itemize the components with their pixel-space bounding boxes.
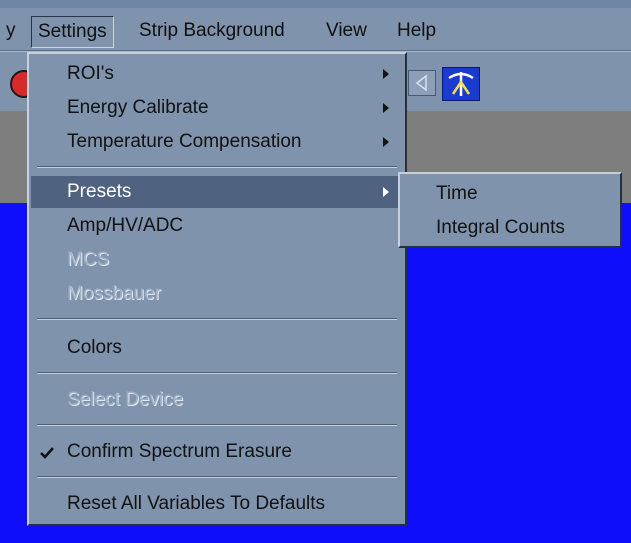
menu-item-label: MCS [67, 249, 110, 270]
menu-item-presets[interactable]: Presets [31, 176, 403, 208]
app-logo-icon[interactable] [442, 67, 480, 101]
menu-item-colors[interactable]: Colors [31, 332, 403, 364]
menu-item-rois[interactable]: ROI's [31, 58, 403, 90]
menu-display-partial[interactable]: y [0, 16, 22, 46]
menu-item-confirm-spectrum-erasure[interactable]: Confirm Spectrum Erasure [31, 436, 403, 468]
menu-item-label: Amp/HV/ADC [67, 215, 184, 236]
submenu-item-time[interactable]: Time [402, 178, 618, 210]
submenu-arrow-icon [383, 137, 389, 147]
menu-view[interactable]: View [320, 16, 373, 46]
menu-item-temperature-compensation[interactable]: Temperature Compensation [31, 126, 403, 158]
menu-strip-background[interactable]: Strip Background [133, 16, 291, 46]
title-bar [0, 0, 631, 8]
submenu-arrow-icon [383, 187, 389, 197]
presets-submenu: Time Integral Counts [398, 172, 622, 248]
menu-item-label: Confirm Spectrum Erasure [67, 441, 292, 462]
menu-item-label: ROI's [67, 63, 114, 84]
triangle-left-icon[interactable] [408, 70, 436, 96]
menu-item-label: Integral Counts [436, 217, 565, 238]
menu-separator [37, 166, 397, 168]
menu-settings[interactable]: Settings [31, 16, 114, 48]
menu-item-label: Reset All Variables To Defaults [67, 493, 326, 514]
menu-item-amp-hv-adc[interactable]: Amp/HV/ADC [31, 210, 403, 242]
submenu-arrow-icon [383, 69, 389, 79]
menu-help[interactable]: Help [391, 16, 442, 46]
menu-item-label: Time [436, 183, 478, 204]
menu-separator [37, 372, 397, 374]
menu-item-label: Temperature Compensation [67, 131, 302, 152]
menu-separator [37, 318, 397, 320]
menu-item-select-device: Select Device [31, 384, 403, 416]
checkmark-icon [39, 446, 55, 460]
menu-item-label: Colors [67, 337, 122, 358]
menu-item-label: Presets [67, 181, 132, 202]
menu-separator [37, 476, 397, 478]
menu-item-label: Mossbauer [67, 283, 161, 304]
menu-item-label: Select Device [67, 389, 184, 410]
app-window: y Settings Strip Background View Help RO… [0, 0, 631, 543]
menu-separator [37, 424, 397, 426]
settings-menu: ROI's Energy Calibrate Temperature Compe… [27, 52, 407, 526]
menu-item-mossbauer: Mossbauer [31, 278, 403, 310]
submenu-item-integral-counts[interactable]: Integral Counts [402, 212, 618, 244]
menu-item-reset-all-variables[interactable]: Reset All Variables To Defaults [31, 488, 403, 520]
menu-bar: y Settings Strip Background View Help [0, 8, 631, 51]
menu-item-mcs: MCS [31, 244, 403, 276]
submenu-arrow-icon [383, 103, 389, 113]
menu-item-label: Energy Calibrate [67, 97, 209, 118]
menu-item-energy-calibrate[interactable]: Energy Calibrate [31, 92, 403, 124]
